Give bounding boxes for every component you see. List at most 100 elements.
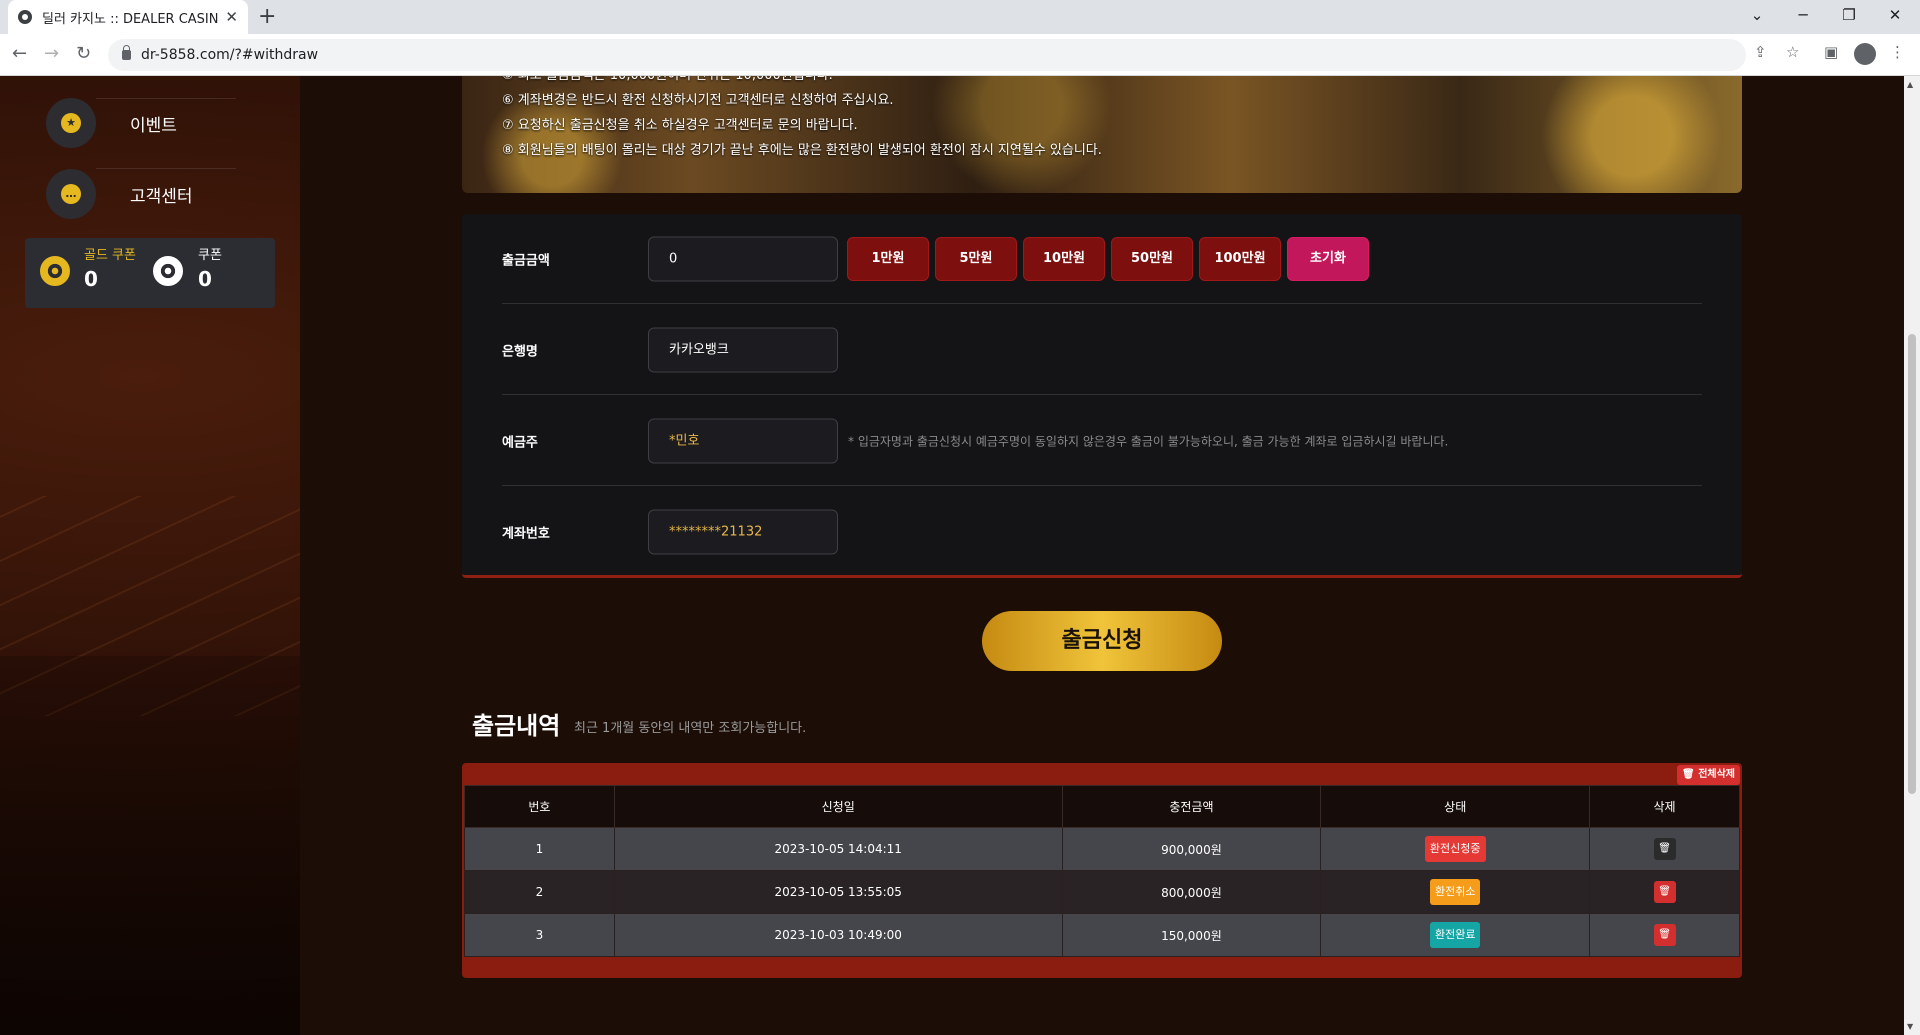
- tab-search-icon[interactable]: ⌄: [1734, 0, 1780, 34]
- amount-input[interactable]: 0: [648, 236, 838, 281]
- row-delete-cell: 🗑: [1589, 827, 1740, 871]
- holder-hint: * 입금자명과 출금신청시 예금주명이 동일하지 않은경우 출금이 불가능하오니…: [848, 434, 1449, 448]
- chat-bubble-icon: …: [61, 184, 81, 204]
- account-row: 계좌번호 ********21132: [502, 487, 1702, 577]
- scroll-up-arrow-icon[interactable]: ▲: [1907, 80, 1913, 89]
- tab-title: 딜러 카지노 :: DEALER CASINO: [42, 11, 220, 27]
- row-delete-cell: 🗑: [1589, 913, 1740, 957]
- amount-row: 출금금액 0 1만원 5만원 10만원 50만원 100만원 초기화: [502, 214, 1702, 304]
- history-title: 출금내역: [472, 712, 561, 740]
- sidebar-item-label: 이벤트: [130, 115, 177, 136]
- col-number: 번호: [464, 785, 615, 828]
- col-status: 상태: [1320, 785, 1591, 828]
- url-text: dr-5858.com/?#withdraw: [141, 47, 319, 63]
- sidebar-item-label: 고객센터: [130, 186, 193, 207]
- amount-label: 출금금액: [502, 253, 550, 268]
- trash-icon[interactable]: 🗑: [1653, 838, 1676, 860]
- table-row: 1 2023-10-05 14:04:11 900,000원 환전신청중 🗑: [464, 827, 1740, 871]
- row-amount: 900,000원: [1061, 827, 1322, 871]
- account-label: 계좌번호: [502, 526, 550, 542]
- page-scrollbar[interactable]: ▲ ▼: [1904, 76, 1920, 1035]
- row-date: 2023-10-03 10:49:00: [613, 913, 1063, 957]
- bank-label: 은행명: [502, 344, 538, 359]
- withdraw-submit-button[interactable]: 출금신청: [982, 611, 1222, 671]
- amount-100k-button[interactable]: 10만원: [1023, 236, 1105, 281]
- row-delete-cell: 🗑: [1589, 870, 1740, 914]
- withdraw-form: 출금금액 0 1만원 5만원 10만원 50만원 100만원 초기화 은행명 카…: [462, 214, 1742, 578]
- col-amount: 충전금액: [1061, 785, 1322, 828]
- row-number: 1: [464, 827, 615, 871]
- sidebar-item-support[interactable]: … 고객센터: [46, 169, 236, 219]
- table-row: 2 2023-10-05 13:55:05 800,000원 환전취소 🗑: [464, 870, 1740, 914]
- coupon-label: 쿠폰: [198, 248, 222, 263]
- status-badge: 환전완료: [1429, 922, 1481, 948]
- coupon: 쿠폰 0: [198, 244, 222, 291]
- gold-coupon-value: 0: [84, 267, 98, 291]
- amount-50k-button[interactable]: 5만원: [935, 236, 1017, 281]
- amount-1m-button[interactable]: 100만원: [1199, 236, 1281, 281]
- share-icon[interactable]: ⇪: [1754, 43, 1767, 61]
- holder-field[interactable]: *민호: [648, 418, 838, 463]
- trash-icon[interactable]: 🗑: [1653, 924, 1676, 946]
- row-amount: 150,000원: [1061, 913, 1322, 957]
- star-icon: ★: [61, 113, 81, 133]
- notice-line-6: ⑥ 계좌변경은 반드시 환전 신청하시기전 고객센터로 신청하여 주십시요.: [502, 93, 894, 108]
- delete-all-button[interactable]: 🗑 전체삭제: [1677, 765, 1740, 785]
- amount-10k-button[interactable]: 1만원: [847, 236, 929, 281]
- history-table-container: 🗑 전체삭제 번호 신청일 충전금액 상태 삭제 1 2023-10-05 14…: [462, 763, 1742, 978]
- scroll-down-arrow-icon[interactable]: ▼: [1907, 1022, 1913, 1031]
- notice-line-7: ⑦ 요청하신 출금신청을 취소 하실경우 고객센터로 문의 바랍니다.: [502, 118, 858, 133]
- row-status-cell: 환전취소: [1320, 870, 1591, 914]
- row-status-cell: 환전신청중: [1320, 827, 1591, 871]
- status-badge: 환전취소: [1429, 879, 1481, 905]
- amount-500k-button[interactable]: 50만원: [1111, 236, 1193, 281]
- bank-row: 은행명 카카오뱅크: [502, 305, 1702, 395]
- window-close-icon[interactable]: ✕: [1872, 0, 1918, 34]
- row-status-cell: 환전완료: [1320, 913, 1591, 957]
- lock-icon: [122, 45, 131, 60]
- col-date: 신청일: [613, 785, 1063, 828]
- browser-tabbar: 딜러 카지노 :: DEALER CASINO ✕ + ⌄ ─ ❐ ✕: [0, 0, 1920, 34]
- notice-line-8: ⑧ 회원님들의 배팅이 몰리는 대상 경기가 끝난 후에는 많은 환전량이 발생…: [502, 143, 1102, 158]
- history-table: 번호 신청일 충전금액 상태 삭제 1 2023-10-05 14:04:11 …: [464, 785, 1740, 957]
- col-delete: 삭제: [1589, 785, 1740, 828]
- trash-icon[interactable]: 🗑: [1653, 881, 1676, 903]
- sidebar-item-event[interactable]: ★ 이벤트: [46, 98, 236, 148]
- row-date: 2023-10-05 13:55:05: [613, 870, 1063, 914]
- browser-menu-icon[interactable]: ⋮: [1890, 43, 1905, 61]
- gold-coupon-icon: [40, 256, 70, 286]
- coupon-value: 0: [198, 267, 212, 291]
- browser-tab[interactable]: 딜러 카지노 :: DEALER CASINO ✕: [8, 0, 248, 34]
- page-viewport: ★ 이벤트 … 고객센터 골드 쿠폰 0 쿠폰 0 ⑤ 최소 출금금액은 10,…: [0, 76, 1904, 1035]
- table-header-row: 번호 신청일 충전금액 상태 삭제: [464, 785, 1740, 828]
- site-favicon-icon: [18, 10, 32, 24]
- coupon-icon: [153, 256, 183, 286]
- address-bar[interactable]: dr-5858.com/?#withdraw: [108, 39, 1746, 71]
- gold-coupon: 골드 쿠폰 0: [84, 244, 136, 291]
- forward-icon[interactable]: →: [44, 43, 59, 64]
- status-badge: 환전신청중: [1424, 836, 1486, 862]
- holder-row: 예금주 *민호 * 입금자명과 출금신청시 예금주명이 동일하지 않은경우 출금…: [502, 396, 1702, 486]
- reload-icon[interactable]: ↻: [76, 43, 91, 64]
- new-tab-icon[interactable]: +: [258, 4, 276, 29]
- profile-avatar[interactable]: [1854, 43, 1876, 65]
- row-number: 3: [464, 913, 615, 957]
- minimize-icon[interactable]: ─: [1780, 0, 1826, 34]
- bookmark-star-icon[interactable]: ☆: [1786, 43, 1799, 61]
- tab-close-icon[interactable]: ✕: [225, 8, 238, 26]
- table-row: 3 2023-10-03 10:49:00 150,000원 환전완료 🗑: [464, 913, 1740, 957]
- row-number: 2: [464, 870, 615, 914]
- row-amount: 800,000원: [1061, 870, 1322, 914]
- row-date: 2023-10-05 14:04:11: [613, 827, 1063, 871]
- side-panel-icon[interactable]: ▣: [1824, 43, 1838, 61]
- coupon-panel: 골드 쿠폰 0 쿠폰 0: [25, 238, 275, 308]
- restore-icon[interactable]: ❐: [1826, 0, 1872, 34]
- back-icon[interactable]: ←: [12, 43, 27, 64]
- support-icon-circle: …: [46, 169, 96, 219]
- bank-field[interactable]: 카카오뱅크: [648, 327, 838, 372]
- sidebar-background-shade: [0, 656, 300, 1035]
- history-subtitle: 최근 1개월 동안의 내역만 조회가능합니다.: [574, 721, 807, 736]
- account-field[interactable]: ********21132: [648, 509, 838, 555]
- scrollbar-thumb[interactable]: [1908, 334, 1916, 794]
- reset-button[interactable]: 초기화: [1287, 236, 1369, 281]
